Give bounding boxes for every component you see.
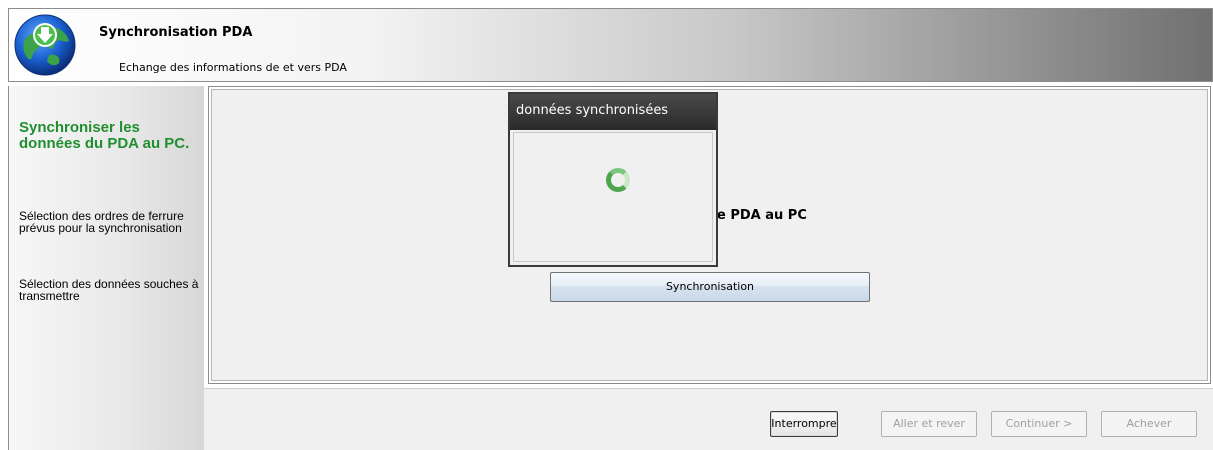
wizard-header: Synchronisation PDA Echange des informat… — [8, 8, 1213, 82]
interrompre-button[interactable]: Interrompre — [770, 411, 838, 437]
wizard-footer: Interrompre Aller et rever Continuer > A… — [204, 388, 1213, 450]
continuer-button[interactable]: Continuer > — [991, 411, 1087, 437]
dialog-body — [513, 132, 713, 262]
header-subtitle: Echange des informations de et vers PDA — [119, 61, 347, 74]
loading-spinner-icon — [606, 168, 630, 192]
synchronisation-button[interactable]: Synchronisation — [550, 272, 870, 302]
step-item-ferrure: Sélection des ordres de ferrure prévus p… — [19, 209, 184, 235]
step-item-souches: Sélection des données souches à transmet… — [19, 277, 199, 303]
steps-sidebar: Synchroniser les données du PDA au PC. S… — [8, 86, 204, 450]
dialog-title: données synchronisées — [510, 94, 716, 130]
current-step-title: Synchroniser les données du PDA au PC. — [19, 119, 190, 152]
content-heading: e PDA au PC — [717, 208, 807, 223]
header-title: Synchronisation PDA — [99, 25, 253, 40]
globe-download-icon — [14, 14, 76, 76]
achever-button[interactable]: Achever — [1101, 411, 1197, 437]
aller-et-rever-button[interactable]: Aller et rever — [881, 411, 977, 437]
sync-progress-dialog: données synchronisées — [508, 92, 718, 267]
